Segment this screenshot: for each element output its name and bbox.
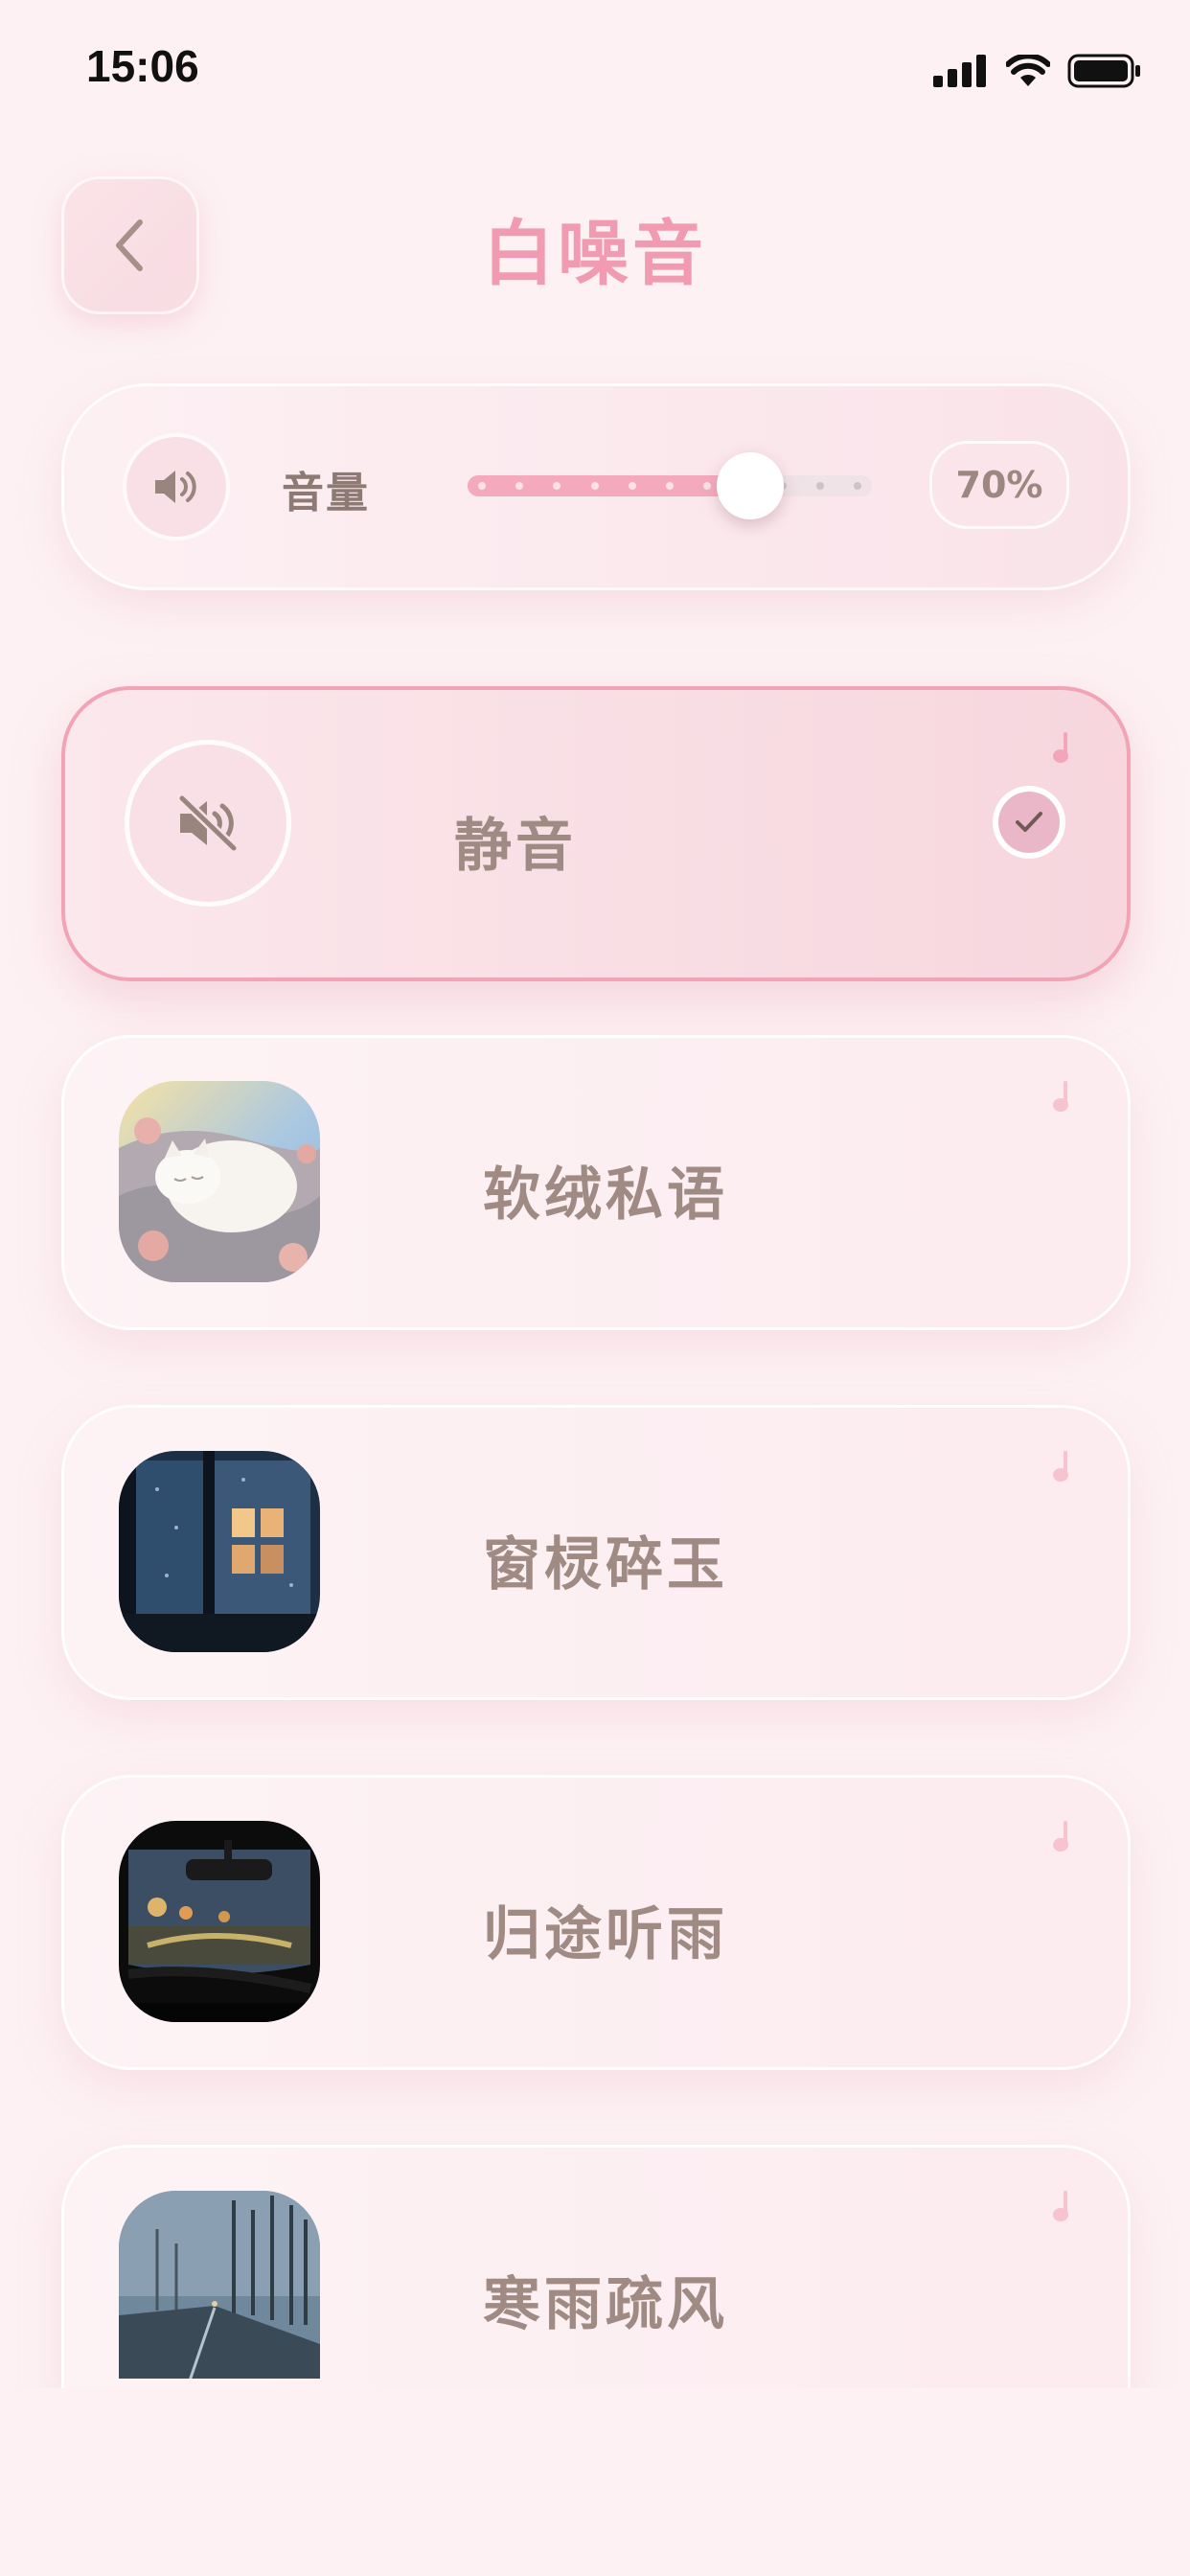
sound-label: 窗棂碎玉	[483, 1531, 728, 1598]
slider-tick	[666, 482, 674, 490]
slider-tick	[553, 482, 561, 490]
sound-label: 归途听雨	[483, 1901, 728, 1968]
sound-label: 软绒私语	[483, 1162, 728, 1229]
slider-tick	[854, 482, 861, 490]
mute-icon-circle	[125, 740, 291, 907]
sound-thumbnail-rainy-road	[119, 2191, 320, 2379]
sound-label: 寒雨疏风	[483, 2271, 728, 2338]
volume-button[interactable]	[123, 433, 230, 540]
music-note-icon	[1053, 1821, 1068, 1852]
signal-icon	[933, 55, 986, 87]
music-note-icon	[1053, 2191, 1068, 2221]
sound-thumbnail-sleeping-cat	[119, 1081, 320, 1282]
volume-slider-thumb[interactable]	[717, 452, 784, 519]
selected-check	[998, 792, 1060, 853]
volume-value: 70%	[929, 441, 1069, 529]
sound-thumbnail-car-rain	[119, 1821, 320, 2022]
sound-card-3[interactable]: 归途听雨	[61, 1775, 1131, 2070]
page-title: 白噪音	[483, 213, 707, 295]
wifi-icon	[1006, 55, 1050, 86]
music-note-icon	[1053, 732, 1068, 763]
slider-tick	[591, 482, 599, 490]
slider-tick	[703, 482, 711, 490]
music-note-icon	[1053, 1081, 1068, 1112]
slider-tick	[629, 482, 636, 490]
slider-tick	[478, 482, 486, 490]
status-icons	[933, 50, 1142, 92]
battery-icon	[1067, 54, 1140, 88]
sound-label: 静音	[454, 813, 577, 880]
sound-card-mute[interactable]: 静音	[61, 686, 1131, 981]
slider-tick	[816, 482, 824, 490]
volume-card: 音量 70%	[61, 383, 1131, 590]
white-noise-page: 15:06 白噪音 音量 70% 静音 软绒私语 窗棂碎玉 归途听雨 寒雨疏风	[0, 0, 1190, 2576]
sound-card-4[interactable]: 寒雨疏风	[61, 2145, 1131, 2404]
music-note-icon	[1053, 1451, 1068, 1482]
status-time: 15:06	[86, 41, 199, 91]
volume-slider[interactable]	[468, 452, 872, 519]
sound-card-2[interactable]: 窗棂碎玉	[61, 1405, 1131, 1700]
check-icon	[1016, 812, 1042, 832]
sound-card-1[interactable]: 软绒私语	[61, 1035, 1131, 1330]
volume-label: 音量	[282, 469, 370, 518]
slider-tick	[515, 482, 523, 490]
mute-icon	[177, 794, 239, 852]
sound-thumbnail-rainy-window	[119, 1451, 320, 1652]
speaker-icon	[155, 471, 196, 503]
bottom-area	[0, 2388, 1190, 2576]
